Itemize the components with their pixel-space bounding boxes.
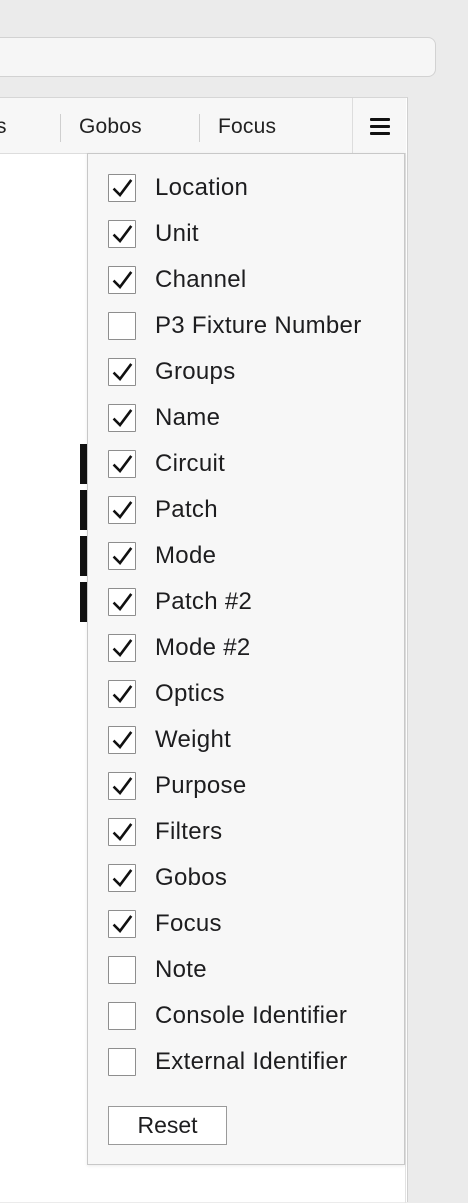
column-checkbox[interactable]	[108, 496, 136, 524]
column-option[interactable]: P3 Fixture Number	[108, 311, 398, 341]
column-option-label: Weight	[155, 726, 232, 753]
column-checkbox[interactable]	[108, 634, 136, 662]
column-option-label: Circuit	[155, 450, 226, 477]
column-option[interactable]: Optics	[108, 679, 398, 709]
column-checkbox[interactable]	[108, 312, 136, 340]
table-header-row: s Gobos Focus	[0, 98, 406, 154]
column-divider	[199, 114, 200, 142]
column-checkbox[interactable]	[108, 726, 136, 754]
column-option-label: Filters	[155, 818, 223, 845]
column-option[interactable]: Circuit	[108, 449, 398, 479]
column-option[interactable]: Weight	[108, 725, 398, 755]
column-option[interactable]: Channel	[108, 265, 398, 295]
column-checkbox[interactable]	[108, 772, 136, 800]
column-divider	[60, 114, 61, 142]
column-header-focus[interactable]: Focus	[218, 115, 276, 139]
column-option-label: P3 Fixture Number	[155, 312, 362, 339]
column-option-label: Gobos	[155, 864, 228, 891]
column-option[interactable]: Gobos	[108, 863, 398, 893]
column-option-label: Optics	[155, 680, 225, 707]
column-option[interactable]: Focus	[108, 909, 398, 939]
column-checkbox[interactable]	[108, 266, 136, 294]
column-visibility-menu: Location Unit Channel P3 Fixture Number Grou…	[87, 153, 405, 1165]
column-option[interactable]: Mode #2	[108, 633, 398, 663]
column-checkbox[interactable]	[108, 588, 136, 616]
column-checkbox[interactable]	[108, 818, 136, 846]
column-option[interactable]: Filters	[108, 817, 398, 847]
column-option[interactable]: Console Identifier	[108, 1001, 398, 1031]
column-option[interactable]: Name	[108, 403, 398, 433]
column-checkbox[interactable]	[108, 220, 136, 248]
column-checkbox[interactable]	[108, 864, 136, 892]
column-option[interactable]: Unit	[108, 219, 398, 249]
column-checkbox[interactable]	[108, 680, 136, 708]
column-option[interactable]: Note	[108, 955, 398, 985]
column-checkbox[interactable]	[108, 1002, 136, 1030]
column-option[interactable]: Mode	[108, 541, 398, 571]
column-checkbox[interactable]	[108, 174, 136, 202]
column-option-label: Channel	[155, 266, 247, 293]
column-option-label: Patch #2	[155, 588, 253, 615]
column-checkbox[interactable]	[108, 910, 136, 938]
column-option[interactable]: Location	[108, 173, 398, 203]
column-option-label: Focus	[155, 910, 222, 937]
column-option-label: Console Identifier	[155, 1002, 348, 1029]
column-checkbox[interactable]	[108, 450, 136, 478]
column-checkbox[interactable]	[108, 1048, 136, 1076]
column-option[interactable]: Groups	[108, 357, 398, 387]
column-option-label: Unit	[155, 220, 199, 247]
column-header-clipped[interactable]: s	[0, 115, 7, 139]
column-option-label: Purpose	[155, 772, 247, 799]
column-option-label: Mode	[155, 542, 217, 569]
column-checkbox[interactable]	[108, 956, 136, 984]
search-bar[interactable]	[0, 37, 436, 77]
column-option-label: Patch	[155, 496, 218, 523]
reset-button[interactable]: Reset	[108, 1106, 227, 1145]
column-option-label: Location	[155, 174, 249, 201]
column-checkbox[interactable]	[108, 404, 136, 432]
column-menu-button[interactable]	[352, 98, 406, 154]
column-option-label: Note	[155, 956, 207, 983]
column-header-gobos[interactable]: Gobos	[79, 115, 142, 139]
column-option[interactable]: Purpose	[108, 771, 398, 801]
hamburger-menu-icon	[369, 117, 390, 135]
column-option[interactable]: Patch	[108, 495, 398, 525]
column-option[interactable]: External Identifier	[108, 1047, 398, 1077]
column-checkbox[interactable]	[108, 358, 136, 386]
column-option-label: Name	[155, 404, 221, 431]
column-option[interactable]: Patch #2	[108, 587, 398, 617]
column-option-label: Groups	[155, 358, 236, 385]
column-option-label: External Identifier	[155, 1048, 348, 1075]
column-option-label: Mode #2	[155, 634, 251, 661]
column-checkbox[interactable]	[108, 542, 136, 570]
